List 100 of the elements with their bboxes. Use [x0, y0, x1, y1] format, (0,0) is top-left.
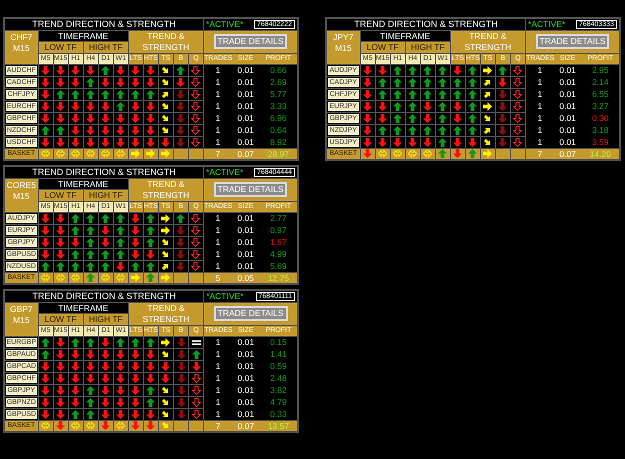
trades-count: 7 [215, 148, 220, 158]
lot-size: 0.01 [559, 136, 576, 146]
lot-size: 0.01 [237, 136, 254, 146]
high-tf-heading: HIGH TF [410, 42, 445, 52]
symbol-group: CHF7 [10, 32, 32, 41]
lot-size: 0.01 [238, 337, 254, 347]
profit-value: 3.82 [270, 384, 287, 395]
trades-count: 1 [216, 360, 220, 371]
trades-count: 1 [216, 337, 220, 347]
trade-details-button[interactable]: TRADE DETAILS [214, 182, 288, 197]
profit-value: 3.18 [592, 124, 609, 135]
profit-value: 0.15 [270, 337, 287, 347]
lot-size: 0.01 [237, 124, 254, 135]
chart-period: M15 [13, 44, 30, 52]
trades-count: 1 [216, 384, 220, 395]
lot-size: 0.01 [237, 260, 254, 270]
panel-title: TREND DIRECTION & STRENGTH [354, 18, 498, 29]
profit-value: 4.79 [270, 396, 287, 407]
chart-period: M15 [335, 44, 352, 52]
trades-count: 1 [537, 76, 542, 87]
lot-size: 0.01 [559, 100, 576, 111]
timeframe-heading: TIMEFRAME [58, 302, 108, 312]
low-tf-heading: LOW TF [366, 42, 399, 52]
trades-count: 1 [216, 408, 220, 418]
lot-size: 0.01 [237, 76, 254, 87]
trades-count: 1 [215, 213, 220, 223]
trend-strength-heading: TREND & STRENGTH [142, 302, 190, 324]
lot-size: 0.01 [237, 88, 254, 99]
trades-count: 1 [215, 224, 220, 235]
panel-title: TREND DIRECTION & STRENGTH [32, 290, 176, 301]
trades-count: 1 [215, 76, 220, 87]
status-label: *ACTIVE* [206, 168, 244, 176]
lot-size: 0.07 [237, 148, 254, 158]
chart-period: M15 [13, 316, 30, 324]
profit-value: 0.97 [270, 224, 287, 235]
trade-details-button[interactable]: TRADE DETAILS [214, 34, 288, 49]
profit-value: 2.69 [270, 76, 287, 87]
profit-value: 1.67 [270, 236, 287, 247]
trade-details-button[interactable]: TRADE DETAILS [536, 34, 610, 49]
low-tf-heading: LOW TF [44, 314, 77, 324]
profit-value: 1.41 [270, 348, 287, 359]
trades-count: 1 [537, 65, 542, 75]
trades-count: 1 [537, 112, 542, 123]
profit-value: 0.30 [592, 112, 609, 123]
profit-value: 2.95 [592, 65, 609, 75]
trades-count: 1 [215, 100, 220, 111]
trades-count: 1 [216, 396, 220, 407]
chart-period: M15 [13, 192, 30, 200]
profit-value: 2.48 [270, 372, 287, 383]
trend-strength-heading: TREND & STRENGTH [142, 178, 190, 200]
profit-value: 2.77 [270, 213, 287, 223]
timeframe-heading: TIMEFRAME [380, 30, 430, 40]
trades-count: 1 [215, 88, 220, 99]
profit-value: 12.75 [268, 272, 289, 282]
lot-size: 0.01 [237, 236, 254, 247]
trades-count: 1 [215, 248, 220, 259]
lot-size: 0.01 [559, 124, 576, 135]
panel-title: TREND DIRECTION & STRENGTH [32, 166, 176, 177]
profit-value: 0.33 [270, 408, 287, 418]
lot-size: 0.01 [237, 213, 254, 223]
lot-size: 0.01 [559, 76, 576, 87]
trades-count: 7 [537, 148, 542, 158]
trades-count: 1 [215, 136, 220, 146]
profit-value: 0.66 [270, 65, 287, 75]
lot-size: 0.01 [237, 112, 254, 123]
trades-count: 1 [537, 136, 542, 146]
low-tf-heading: LOW TF [44, 42, 77, 52]
timeframe-heading: TIMEFRAME [58, 178, 108, 188]
profit-value: 8.92 [270, 136, 287, 146]
profit-value: 14.20 [590, 148, 611, 158]
lot-size: 0.01 [238, 384, 254, 395]
status-label: *ACTIVE* [528, 20, 566, 28]
trade-details-button[interactable]: TRADE DETAILS [214, 306, 288, 321]
trades-count: 5 [215, 272, 220, 282]
trades-count: 1 [215, 260, 220, 270]
trades-count: 1 [537, 100, 542, 111]
status-label: *ACTIVE* [206, 20, 244, 28]
profit-value: 3.33 [270, 100, 287, 111]
trades-count: 1 [215, 236, 220, 247]
symbol-group: JPY7 [333, 32, 354, 41]
lot-size: 0.01 [559, 65, 576, 75]
lot-size: 0.01 [237, 248, 254, 259]
high-tf-heading: HIGH TF [88, 42, 123, 52]
lot-size: 0.01 [237, 65, 254, 75]
trades-count: 1 [537, 88, 542, 99]
lot-size: 0.01 [238, 372, 254, 383]
lot-size: 0.01 [559, 88, 576, 99]
trend-strength-heading: TREND & STRENGTH [464, 30, 512, 52]
lot-size: 0.07 [238, 420, 254, 430]
timeframe-heading: TIMEFRAME [58, 30, 108, 40]
symbol-group: GBP7 [10, 304, 33, 313]
lot-size: 0.01 [237, 100, 254, 111]
profit-value: 6.55 [592, 88, 609, 99]
trades-count: 7 [216, 420, 220, 430]
lot-size: 0.01 [238, 348, 254, 359]
trades-count: 1 [537, 124, 542, 135]
profit-value: 5.77 [270, 88, 287, 99]
profit-value: 2.14 [592, 76, 609, 87]
low-tf-heading: LOW TF [44, 190, 77, 200]
trades-count: 1 [215, 65, 220, 75]
